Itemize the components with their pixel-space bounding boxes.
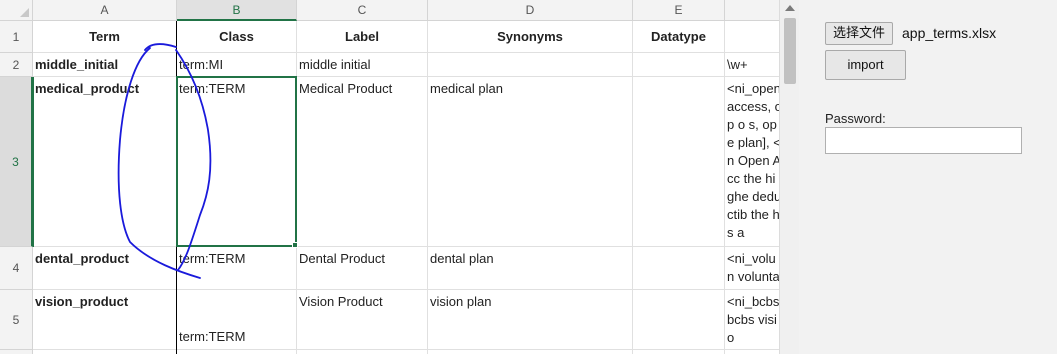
cell-a3[interactable]: medical_product [33, 77, 177, 247]
cell-e5[interactable] [633, 290, 725, 350]
cell-c2[interactable]: middle initial [297, 53, 428, 77]
cell-d4[interactable]: dental plan [428, 247, 633, 290]
cell-d1[interactable]: Synonyms [428, 21, 633, 53]
vertical-scrollbar[interactable] [779, 0, 799, 354]
cell-c5[interactable]: Vision Product [297, 290, 428, 350]
cell-c3[interactable]: Medical Product [297, 77, 428, 247]
password-input[interactable] [825, 127, 1022, 154]
row-header-2[interactable]: 2 [0, 53, 33, 77]
column-header-d[interactable]: D [428, 0, 633, 21]
fill-handle[interactable] [292, 242, 298, 248]
cell-e4[interactable] [633, 247, 725, 290]
column-header-a[interactable]: A [33, 0, 177, 21]
select-all-corner[interactable] [0, 0, 33, 21]
cell-a4[interactable]: dental_product [33, 247, 177, 290]
column-header-c[interactable]: C [297, 0, 428, 21]
cell-e3[interactable] [633, 77, 725, 247]
cell-b6[interactable] [177, 350, 297, 354]
scroll-up-arrow-icon[interactable] [785, 5, 795, 11]
cell-d6[interactable] [428, 350, 633, 354]
column-header-f[interactable] [725, 0, 779, 21]
row-header-4[interactable]: 4 [0, 247, 33, 290]
password-label: Password: [825, 111, 886, 126]
cell-e6[interactable] [633, 350, 725, 354]
cell-d5[interactable]: vision plan [428, 290, 633, 350]
cell-f2[interactable]: \w+ [725, 53, 779, 77]
row-header-1[interactable]: 1 [0, 21, 33, 53]
cell-b5-text: term:TERM [179, 329, 246, 344]
corner-triangle-icon [20, 8, 29, 17]
import-button[interactable]: import [825, 50, 906, 80]
cell-b1[interactable]: Class [177, 21, 297, 53]
selected-file-name: app_terms.xlsx [902, 25, 997, 41]
cell-c1[interactable]: Label [297, 21, 428, 53]
spreadsheet-grid[interactable]: A B C D E 1 2 3 4 5 Term Class Label Syn… [0, 0, 779, 354]
row-header-5[interactable]: 5 [0, 290, 33, 350]
cell-a1[interactable]: Term [33, 21, 177, 53]
cell-c6[interactable] [297, 350, 428, 354]
cell-f5[interactable]: <ni_bcbs bcbs visio [725, 290, 779, 350]
cell-a5[interactable]: vision_product [33, 290, 177, 350]
row-header-6[interactable] [0, 350, 33, 354]
cell-f1[interactable] [725, 21, 779, 53]
cell-b5[interactable]: term:TERM [177, 290, 297, 350]
scrollbar-thumb[interactable] [784, 18, 796, 84]
cell-d2[interactable] [428, 53, 633, 77]
cell-d3[interactable]: medical plan [428, 77, 633, 247]
cell-b4[interactable]: term:TERM [177, 247, 297, 290]
cell-e2[interactable] [633, 53, 725, 77]
cell-c4[interactable]: Dental Product [297, 247, 428, 290]
cell-a2[interactable]: middle_initial [33, 53, 177, 77]
cell-f3[interactable]: <ni_open access, o p o s, ope plan], <n … [725, 77, 779, 247]
column-header-b[interactable]: B [177, 0, 297, 21]
row-3-selection-edge [33, 77, 34, 247]
column-header-e[interactable]: E [633, 0, 725, 21]
cell-a6[interactable] [33, 350, 177, 354]
row-header-3[interactable]: 3 [0, 77, 33, 247]
import-panel: 选择文件 app_terms.xlsx import Password: [799, 0, 1057, 354]
active-cell-outline [176, 76, 297, 247]
choose-file-button[interactable]: 选择文件 [825, 22, 894, 45]
cell-f4[interactable]: <ni_volun voluntary [725, 247, 779, 290]
cell-b2[interactable]: term:MI [177, 53, 297, 77]
cell-e1[interactable]: Datatype [633, 21, 725, 53]
